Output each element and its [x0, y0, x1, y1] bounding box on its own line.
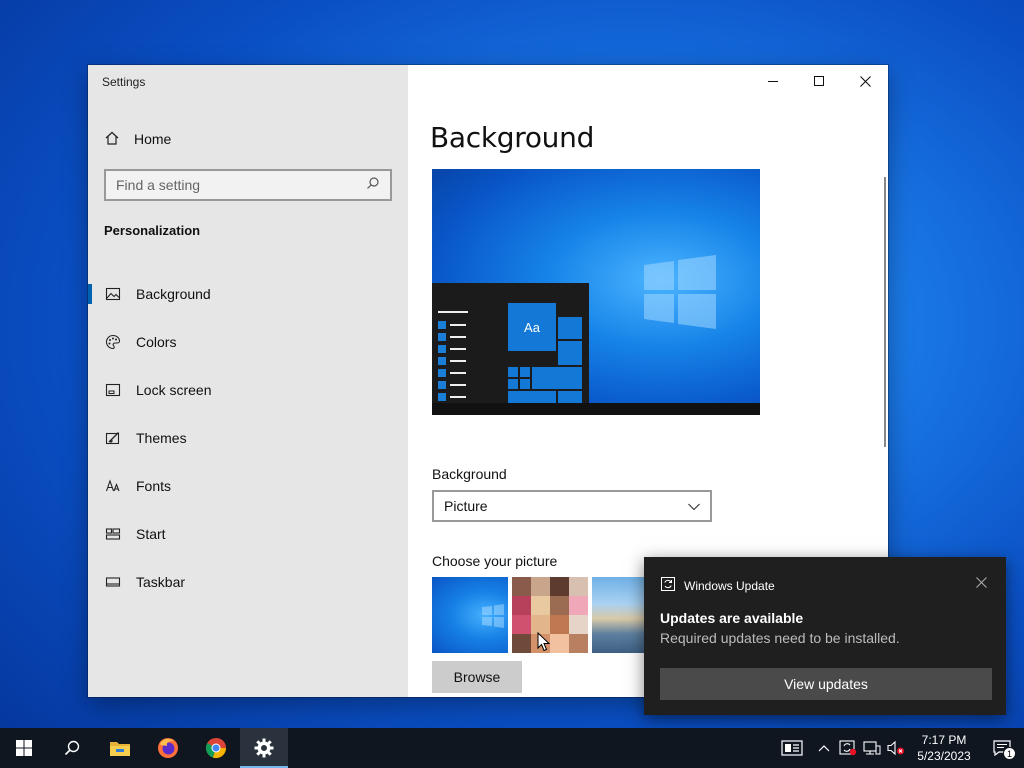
- notification-app: Windows Update: [660, 576, 775, 595]
- news-icon: [781, 740, 803, 756]
- volume-muted-icon: [887, 740, 904, 756]
- settings-sidebar: Settings Home Personalization Background: [88, 65, 408, 697]
- minimize-button[interactable]: [750, 65, 796, 97]
- chrome-button[interactable]: [192, 728, 240, 768]
- chevron-up-icon: [818, 745, 830, 752]
- windows-update-tray-button[interactable]: [836, 728, 860, 768]
- maximize-icon: [814, 76, 824, 86]
- sidebar-item-taskbar[interactable]: Taskbar: [88, 558, 408, 606]
- search-button[interactable]: [48, 728, 96, 768]
- sidebar-item-lock-screen[interactable]: Lock screen: [88, 366, 408, 414]
- view-updates-button[interactable]: View updates: [660, 668, 992, 700]
- sidebar-item-label: Start: [136, 526, 166, 542]
- window-controls: [750, 65, 888, 97]
- palette-icon: [104, 333, 122, 351]
- picture-icon: [104, 285, 122, 303]
- action-center-button[interactable]: 1: [980, 728, 1024, 768]
- taskbar-icon: [104, 573, 122, 591]
- update-icon: [660, 576, 676, 595]
- themes-icon: [104, 429, 122, 447]
- settings-icon: [254, 738, 274, 758]
- close-button[interactable]: [842, 65, 888, 97]
- firefox-icon: [158, 738, 178, 758]
- close-icon: [976, 577, 987, 588]
- windows-logo-icon: [644, 255, 716, 329]
- page-title: Background: [430, 121, 595, 154]
- notification-body: Required updates need to be installed.: [660, 630, 900, 646]
- choose-picture-label: Choose your picture: [432, 553, 558, 569]
- search-input[interactable]: [116, 177, 356, 193]
- file-explorer-button[interactable]: [96, 728, 144, 768]
- home-icon: [104, 130, 120, 149]
- section-title: Personalization: [104, 223, 201, 238]
- windows-update-notification[interactable]: Windows Update Updates are available Req…: [644, 557, 1006, 715]
- chrome-icon: [205, 738, 227, 759]
- background-type-dropdown[interactable]: Picture: [432, 490, 712, 522]
- minimize-icon: [768, 81, 778, 82]
- picture-thumbnail-windows[interactable]: [432, 577, 508, 653]
- desktop-preview: Aa: [432, 169, 760, 415]
- background-type-value: Picture: [444, 498, 488, 514]
- lock-screen-icon: [104, 381, 122, 399]
- notification-count-badge: 1: [1003, 747, 1016, 760]
- update-alert-icon: [839, 740, 857, 756]
- clock-date: 5/23/2023: [917, 749, 971, 763]
- window-title: Settings: [102, 75, 146, 89]
- network-icon: [863, 741, 881, 755]
- sidebar-item-label: Background: [136, 286, 211, 302]
- maximize-button[interactable]: [796, 65, 842, 97]
- settings-taskbar-button[interactable]: [240, 728, 288, 768]
- firefox-button[interactable]: [144, 728, 192, 768]
- notification-title: Updates are available: [660, 610, 804, 626]
- browse-button[interactable]: Browse: [432, 661, 522, 693]
- notification-app-name: Windows Update: [684, 578, 775, 593]
- sidebar-item-background[interactable]: Background: [88, 270, 408, 318]
- clock-time: 7:17 PM: [921, 733, 967, 747]
- sidebar-item-themes[interactable]: Themes: [88, 414, 408, 462]
- chevron-down-icon: [688, 498, 700, 514]
- taskbar: 7:17 PM 5/23/2023 1: [0, 728, 1024, 768]
- background-type-label: Background: [432, 466, 507, 482]
- sidebar-item-label: Themes: [136, 430, 187, 446]
- sidebar-item-label: Lock screen: [136, 382, 212, 398]
- notification-close-button[interactable]: [976, 575, 990, 589]
- network-button[interactable]: [860, 728, 884, 768]
- close-icon: [859, 75, 871, 87]
- preview-tile-aa: Aa: [508, 303, 556, 351]
- file-explorer-icon: [110, 742, 130, 756]
- start-icon: [16, 740, 32, 756]
- sidebar-item-label: Fonts: [136, 478, 172, 494]
- volume-button[interactable]: [884, 728, 908, 768]
- preview-taskbar: [432, 403, 760, 415]
- fonts-icon: [104, 477, 122, 495]
- search-box[interactable]: [104, 169, 392, 201]
- start-icon: [104, 525, 122, 543]
- windows-logo-icon: [482, 604, 504, 628]
- system-tray: 7:17 PM 5/23/2023 1: [772, 728, 1024, 768]
- start-button[interactable]: [0, 728, 48, 768]
- sidebar-item-colors[interactable]: Colors: [88, 318, 408, 366]
- sidebar-nav: Background Colors Lock screen Themes Fon…: [88, 270, 408, 606]
- sidebar-item-label: Taskbar: [136, 574, 186, 590]
- show-hidden-icons-button[interactable]: [812, 728, 836, 768]
- sidebar-item-fonts[interactable]: Fonts: [88, 462, 408, 510]
- news-button[interactable]: [772, 728, 812, 768]
- home-label: Home: [134, 131, 172, 147]
- sidebar-item-label: Colors: [136, 334, 177, 350]
- search-icon: [64, 740, 80, 756]
- mouse-cursor-icon: [537, 632, 551, 652]
- home-link[interactable]: Home: [104, 129, 171, 149]
- content-scrollbar[interactable]: [884, 177, 886, 447]
- taskbar-clock[interactable]: 7:17 PM 5/23/2023: [908, 732, 980, 764]
- sidebar-item-start[interactable]: Start: [88, 510, 408, 558]
- search-icon: [366, 176, 380, 195]
